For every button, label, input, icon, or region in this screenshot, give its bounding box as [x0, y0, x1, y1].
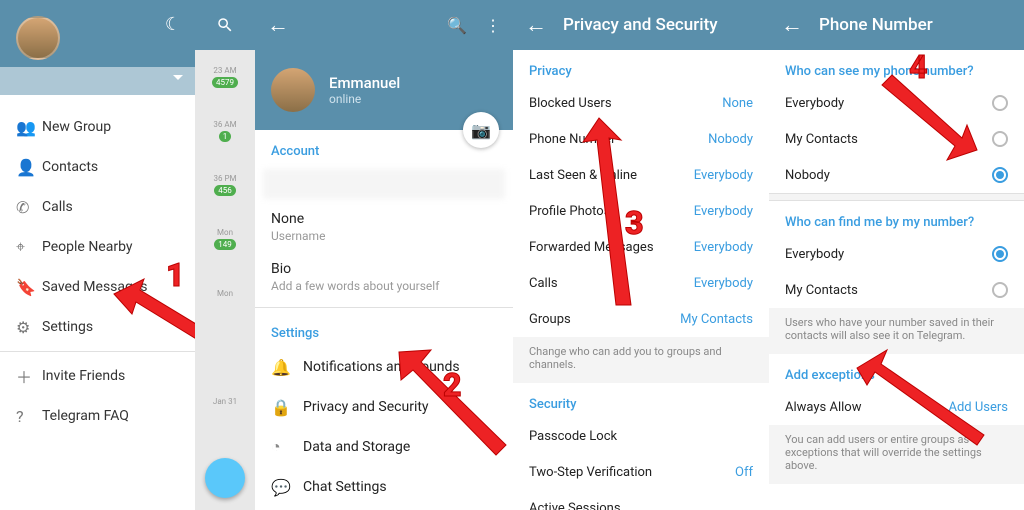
security-item[interactable]: Two-Step VerificationOff: [513, 454, 769, 490]
menu-contacts[interactable]: 👤Contacts: [0, 147, 195, 187]
bookmark-icon: 🔖: [16, 278, 42, 297]
menu-new-group[interactable]: 👥New Group: [0, 107, 195, 147]
chat-peek: 23 AM457936 AM136 PM456Mon149Mon Jan 31: [195, 0, 255, 510]
profile-status: online: [329, 92, 400, 106]
step-number-1: 1: [166, 256, 185, 294]
settings-appbar: ← 🔍 ⋮: [255, 0, 513, 50]
bell-icon: 🔔: [271, 358, 303, 377]
back-icon[interactable]: ←: [781, 12, 803, 38]
search-icon: [216, 16, 234, 34]
invite-icon: ＋: [16, 364, 42, 388]
compose-fab[interactable]: [205, 458, 245, 498]
chat-icon: 💬: [271, 478, 303, 497]
phone-blurred[interactable]: [263, 169, 505, 199]
step-number-2: 2: [443, 366, 462, 404]
username-item[interactable]: NoneUsername: [255, 203, 513, 253]
chat-search-bar[interactable]: [195, 0, 255, 50]
menu-label: Settings: [42, 319, 93, 335]
account-expand[interactable]: [0, 67, 195, 95]
search-icon[interactable]: 🔍: [447, 16, 467, 35]
privacy-appbar: ← Privacy and Security: [513, 0, 769, 50]
menu-faq[interactable]: ?Telegram FAQ: [0, 396, 195, 436]
menu-label: People Nearby: [42, 239, 133, 255]
profile-header: Emmanuel online 📷: [255, 50, 513, 130]
chat-row[interactable]: 36 AM1: [195, 104, 255, 158]
phone-appbar: ← Phone Number: [769, 0, 1024, 50]
phone-icon: ✆: [16, 198, 42, 217]
more-icon[interactable]: ⋮: [485, 16, 501, 35]
group-icon: 👥: [16, 118, 42, 137]
arrow-4b: [849, 330, 989, 450]
privacy-section-title: Privacy: [513, 50, 769, 85]
chat-row[interactable]: [195, 320, 255, 374]
drawer-panel: ☾ 👥New Group 👤Contacts ✆Calls ⌖People Ne…: [0, 0, 195, 510]
menu-label: Contacts: [42, 159, 98, 175]
security-item[interactable]: Active Sessions: [513, 490, 769, 510]
avatar[interactable]: [16, 16, 60, 60]
night-mode-icon[interactable]: ☾: [165, 14, 181, 35]
person-icon: 👤: [16, 158, 42, 177]
data-icon: ◔: [271, 437, 303, 457]
step-number-3: 3: [625, 204, 644, 242]
privacy-panel: ← Privacy and Security Privacy Blocked U…: [513, 0, 769, 510]
menu-label: Calls: [42, 199, 73, 215]
radio-option[interactable]: Everybody: [769, 236, 1024, 272]
profile-name: Emmanuel: [329, 74, 400, 92]
appbar-title: Phone Number: [819, 15, 933, 35]
security-section-title: Security: [513, 383, 769, 418]
radio-icon: [992, 246, 1008, 262]
radio-icon: [992, 282, 1008, 298]
back-icon[interactable]: ←: [267, 12, 289, 38]
privacy-note: Change who can add you to groups and cha…: [513, 337, 769, 383]
settings-chat[interactable]: 💬Chat Settings: [255, 467, 513, 507]
settings-panel: ← 🔍⋮ Emmanuel online 📷 Account NoneUsern…: [255, 0, 513, 510]
chat-row[interactable]: Jan 31: [195, 374, 255, 428]
phone-number-panel: ← Phone Number Who can see my phone numb…: [769, 0, 1024, 510]
bio-item[interactable]: BioAdd a few words about yourself: [255, 253, 513, 303]
back-icon[interactable]: ←: [525, 12, 547, 38]
who-find-title: Who can find me by my number?: [769, 201, 1024, 236]
chat-row[interactable]: Mon149: [195, 212, 255, 266]
avatar[interactable]: [271, 68, 315, 112]
menu-label: Telegram FAQ: [42, 408, 129, 424]
menu-label: New Group: [42, 119, 111, 135]
chat-row[interactable]: Mon: [195, 266, 255, 320]
step-number-4: 4: [909, 48, 928, 86]
chat-row[interactable]: 36 PM456: [195, 158, 255, 212]
chat-row[interactable]: 23 AM4579: [195, 50, 255, 104]
arrow-4a: [877, 70, 997, 170]
security-item[interactable]: Passcode Lock: [513, 418, 769, 454]
lock-icon: 🔒: [271, 398, 303, 417]
help-icon: ?: [16, 407, 42, 426]
gear-icon: ⚙: [16, 318, 42, 337]
nearby-icon: ⌖: [16, 237, 42, 257]
radio-option[interactable]: My Contacts: [769, 272, 1024, 308]
camera-fab[interactable]: 📷: [463, 112, 499, 148]
appbar-title: Privacy and Security: [563, 15, 718, 35]
menu-calls[interactable]: ✆Calls: [0, 187, 195, 227]
